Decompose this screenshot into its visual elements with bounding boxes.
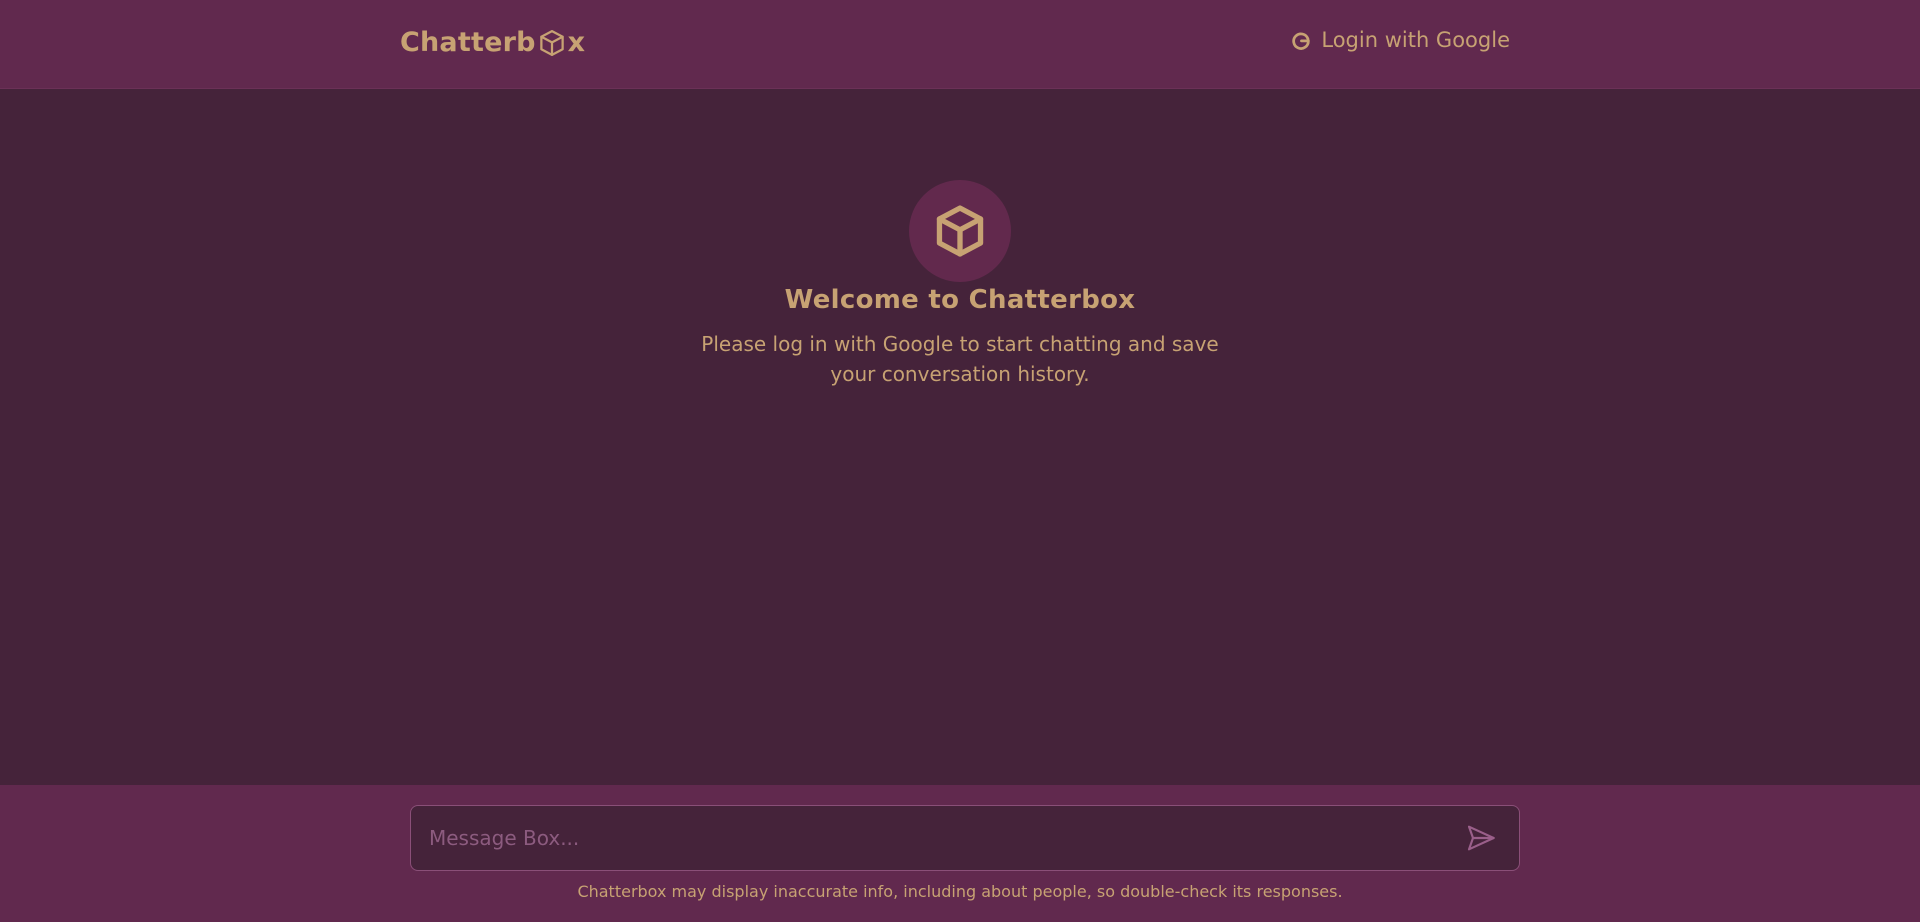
cube-icon: [537, 28, 567, 58]
message-composer: [410, 805, 1520, 871]
google-g-icon: [1290, 29, 1312, 51]
login-button-label: Login with Google: [1321, 28, 1510, 52]
brand-text-suffix: x: [567, 27, 586, 58]
send-button[interactable]: [1465, 822, 1497, 854]
login-with-google-button[interactable]: Login with Google: [1290, 28, 1510, 52]
top-navbar: Chatterb x Login with Google: [0, 0, 1920, 89]
hero-cube-icon: [909, 180, 1011, 282]
welcome-title: Welcome to Chatterbox: [784, 285, 1136, 315]
brand-logo[interactable]: Chatterb x: [400, 27, 585, 58]
brand-text-prefix: Chatterb: [400, 27, 536, 58]
welcome-section: Welcome to Chatterbox Please log in with…: [0, 180, 1920, 389]
composer-bar: Chatterbox may display inaccurate info, …: [0, 785, 1920, 922]
message-input[interactable]: [429, 806, 1429, 870]
disclaimer-text: Chatterbox may display inaccurate info, …: [577, 882, 1343, 901]
welcome-subtitle: Please log in with Google to start chatt…: [701, 332, 1219, 386]
send-icon: [1467, 825, 1495, 851]
